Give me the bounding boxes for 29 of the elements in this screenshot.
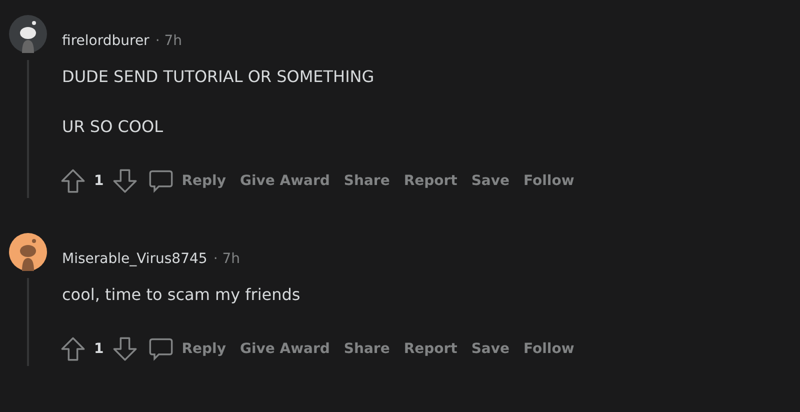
upvote-icon[interactable]	[60, 336, 86, 362]
action-button[interactable]: Report	[398, 337, 464, 361]
username[interactable]: Miserable_Virus8745	[62, 251, 208, 267]
action-button[interactable]: Share	[338, 169, 396, 193]
action-button[interactable]: Reply	[142, 332, 232, 366]
action-button[interactable]: Report	[398, 169, 464, 193]
action-button[interactable]: Follow	[518, 169, 580, 193]
username[interactable]: firelordburer	[62, 33, 150, 49]
action-button[interactable]: Follow	[518, 337, 580, 361]
action-button[interactable]: Give Award	[234, 337, 336, 361]
upvote-icon[interactable]	[60, 168, 86, 194]
timestamp: · 7h	[213, 251, 240, 267]
comment-icon	[148, 168, 174, 194]
vote-count: 1	[94, 173, 104, 189]
downvote-icon[interactable]	[112, 168, 138, 194]
comment-text: UR SO COOL	[62, 116, 164, 138]
comment-text: cool, time to scam my friends	[62, 284, 302, 306]
timestamp: · 7h	[155, 33, 182, 49]
comment-icon	[148, 336, 174, 362]
action-button[interactable]: Reply	[142, 164, 232, 198]
action-button[interactable]: Give Award	[234, 169, 336, 193]
avatar[interactable]	[8, 232, 48, 272]
downvote-icon[interactable]	[112, 336, 138, 362]
comment-text: DUDE SEND TUTORIAL OR SOMETHING	[62, 66, 376, 88]
vote-count: 1	[94, 341, 104, 357]
action-button[interactable]: Save	[465, 169, 516, 193]
avatar[interactable]	[8, 14, 48, 54]
action-button[interactable]: Save	[465, 337, 516, 361]
action-button[interactable]: Share	[338, 337, 396, 361]
